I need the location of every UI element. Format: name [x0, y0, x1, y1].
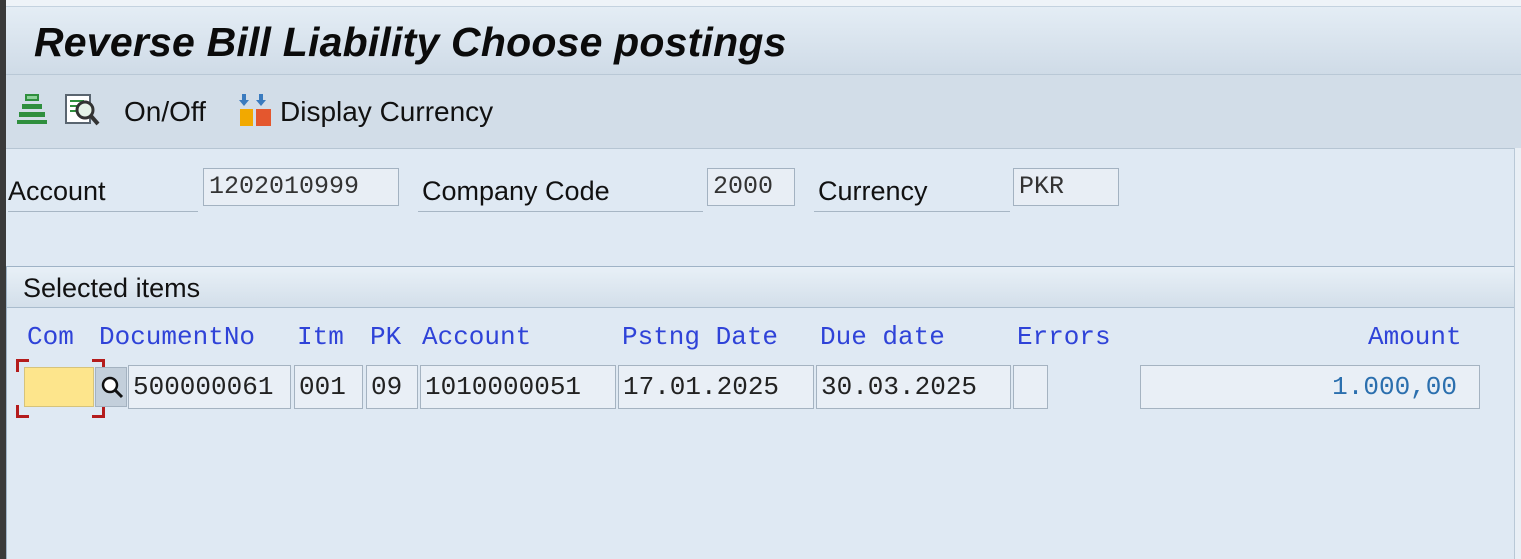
due-date-cell[interactable]: 30.03.2025 — [816, 365, 1011, 409]
value-help-button[interactable] — [95, 367, 127, 407]
column-header-pk: PK — [370, 322, 402, 352]
column-header-due-date: Due date — [820, 322, 945, 352]
selected-items-header: Selected items — [7, 267, 1514, 308]
value-help-icon — [101, 376, 124, 399]
title-bar: Reverse Bill Liability Choose postings — [6, 7, 1521, 75]
page-title: Reverse Bill Liability Choose postings — [34, 19, 787, 65]
print-icon[interactable] — [16, 92, 48, 131]
currency-field: PKR — [1013, 168, 1119, 206]
posting-date-cell[interactable]: 17.01.2025 — [618, 365, 814, 409]
company-code-field: 2000 — [707, 168, 795, 206]
amount-cell[interactable]: 1.000,00 — [1140, 365, 1480, 409]
vertical-scrollbar[interactable] — [1514, 148, 1521, 559]
find-icon[interactable] — [64, 92, 102, 133]
column-header-com: Com — [27, 322, 74, 352]
display-currency-button[interactable]: Display Currency — [280, 96, 493, 128]
on-off-button[interactable]: On/Off — [124, 96, 206, 128]
account-label: Account — [8, 176, 106, 206]
window-top-strip — [6, 0, 1521, 7]
selected-items-title: Selected items — [23, 273, 201, 303]
document-no-cell[interactable]: 500000061 — [128, 365, 291, 409]
company-code-label: Company Code — [422, 176, 610, 206]
column-header-posting-date: Pstng Date — [622, 322, 779, 352]
sap-window: Reverse Bill Liability Choose postings O… — [6, 0, 1521, 559]
column-header-itm: Itm — [297, 322, 344, 352]
header-fields: Account 1202010999 Company Code 2000 Cur… — [6, 149, 1521, 264]
itm-cell[interactable]: 001 — [294, 365, 363, 409]
selected-items-panel: Selected items Com DocumentNo Itm PK Acc… — [6, 266, 1515, 559]
currency-label: Currency — [818, 176, 928, 206]
pk-cell[interactable]: 09 — [366, 365, 418, 409]
column-header-document-no: DocumentNo — [99, 322, 256, 352]
column-header-errors: Errors — [1017, 322, 1111, 352]
com-input[interactable] — [24, 367, 94, 407]
application-toolbar: On/Off Display Currency — [6, 75, 1521, 149]
errors-cell[interactable] — [1013, 365, 1048, 409]
account-field: 1202010999 — [203, 168, 399, 206]
column-header-account: Account — [422, 322, 532, 352]
display-currency-icon[interactable] — [239, 92, 279, 133]
account-cell[interactable]: 1010000051 — [420, 365, 616, 409]
column-header-amount: Amount — [1368, 322, 1462, 352]
